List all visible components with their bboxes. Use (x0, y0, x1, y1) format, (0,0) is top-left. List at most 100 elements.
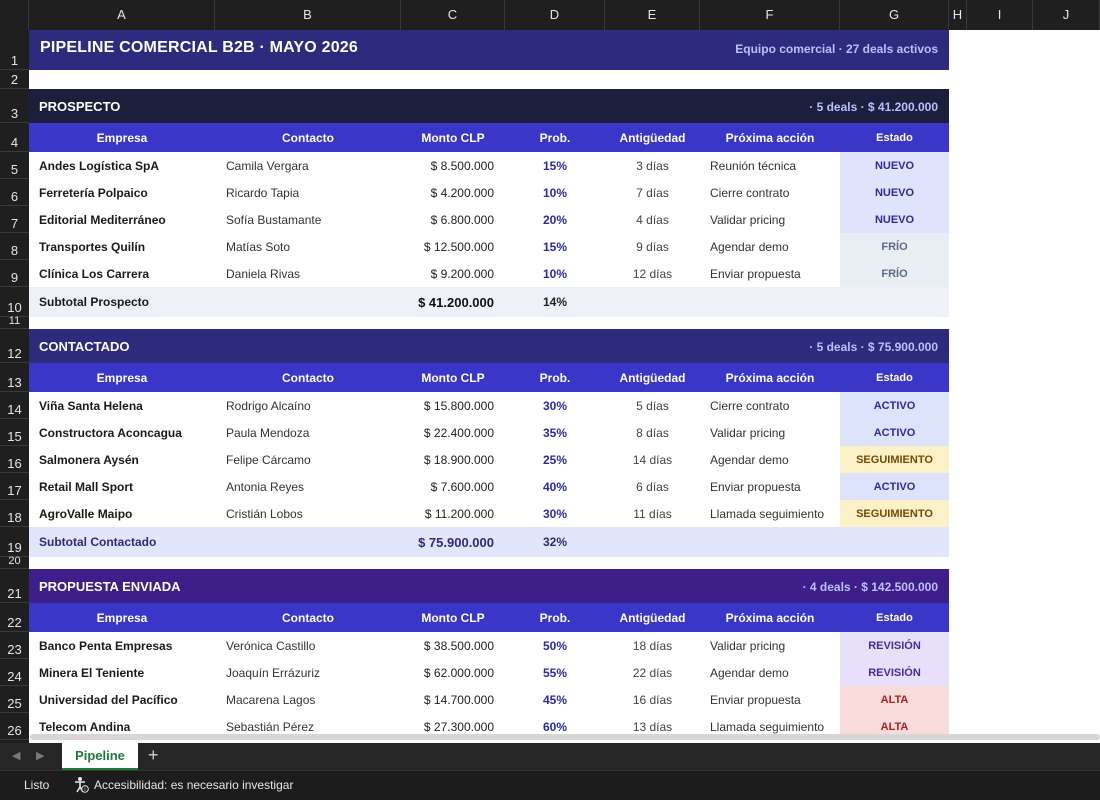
contact-cell[interactable]: Felipe Cárcamo (215, 446, 401, 473)
age-cell[interactable]: 6 días (605, 473, 700, 500)
prev-sheet-icon[interactable]: ◀ (12, 749, 20, 762)
contact-cell[interactable]: Macarena Lagos (215, 686, 401, 713)
row-header[interactable]: 8 (0, 233, 29, 260)
row-header[interactable]: 10 (0, 287, 29, 317)
probability-cell[interactable]: 30% (505, 392, 605, 419)
age-cell[interactable]: 7 días (605, 179, 700, 206)
row-header[interactable]: 1 (0, 30, 29, 70)
row-header[interactable]: 19 (0, 527, 29, 557)
section-summary[interactable]: · 5 deals · $ 75.900.000 (809, 340, 938, 354)
next-action-cell[interactable]: Enviar propuesta (700, 260, 840, 287)
age-cell[interactable]: 4 días (605, 206, 700, 233)
probability-cell[interactable]: 45% (505, 686, 605, 713)
row-header[interactable]: 18 (0, 500, 29, 527)
contact-cell[interactable]: Antonia Reyes (215, 473, 401, 500)
next-sheet-icon[interactable]: ▶ (36, 749, 44, 762)
amount-cell[interactable]: $ 9.200.000 (401, 260, 505, 287)
subtotal-amount[interactable]: $ 41.200.000 (401, 287, 505, 317)
probability-cell[interactable]: 20% (505, 206, 605, 233)
age-cell[interactable]: 22 días (605, 659, 700, 686)
row-header[interactable]: 21 (0, 569, 29, 603)
next-action-cell[interactable]: Validar pricing (700, 632, 840, 659)
column-title[interactable]: Próxima acción (700, 603, 840, 632)
row-header[interactable]: 12 (0, 329, 29, 363)
column-title[interactable]: Monto CLP (401, 363, 505, 392)
next-action-cell[interactable]: Cierre contrato (700, 179, 840, 206)
row-header[interactable]: 4 (0, 123, 29, 152)
row-header[interactable]: 24 (0, 659, 29, 686)
company-cell[interactable]: Banco Penta Empresas (29, 632, 215, 659)
status-badge[interactable]: ACTIVO (840, 419, 949, 446)
contact-cell[interactable]: Paula Mendoza (215, 419, 401, 446)
company-cell[interactable]: Clínica Los Carrera (29, 260, 215, 287)
company-cell[interactable]: Ferretería Polpaico (29, 179, 215, 206)
age-cell[interactable]: 12 días (605, 260, 700, 287)
next-action-cell[interactable]: Agendar demo (700, 446, 840, 473)
section-title[interactable]: PROSPECTO (39, 99, 120, 114)
amount-cell[interactable]: $ 8.500.000 (401, 152, 505, 179)
column-title[interactable]: Próxima acción (700, 363, 840, 392)
probability-cell[interactable]: 10% (505, 260, 605, 287)
status-badge[interactable]: ACTIVO (840, 392, 949, 419)
row-header[interactable]: 9 (0, 260, 29, 287)
contact-cell[interactable]: Rodrigo Alcaíno (215, 392, 401, 419)
status-badge[interactable]: FRÍO (840, 233, 949, 260)
age-cell[interactable]: 3 días (605, 152, 700, 179)
column-title[interactable]: Prob. (505, 363, 605, 392)
company-cell[interactable]: Constructora Aconcagua (29, 419, 215, 446)
subtotal-amount[interactable]: $ 75.900.000 (401, 527, 505, 557)
age-cell[interactable]: 11 días (605, 500, 700, 527)
age-cell[interactable]: 5 días (605, 392, 700, 419)
section-summary[interactable]: · 5 deals · $ 41.200.000 (809, 100, 938, 114)
probability-cell[interactable]: 50% (505, 632, 605, 659)
column-title[interactable]: Antigüedad (605, 363, 700, 392)
row-header[interactable]: 23 (0, 632, 29, 659)
column-title[interactable]: Empresa (29, 363, 215, 392)
column-title[interactable]: Estado (840, 363, 949, 392)
company-cell[interactable]: Transportes Quilín (29, 233, 215, 260)
next-action-cell[interactable]: Enviar propuesta (700, 473, 840, 500)
spreadsheet-grid[interactable]: ABCDEFGHIJ 1 2 3 4 5 6 7 8 9 10 11 12 13 14 15 16 17 18 19… (0, 0, 1100, 743)
company-cell[interactable]: Salmonera Aysén (29, 446, 215, 473)
amount-cell[interactable]: $ 12.500.000 (401, 233, 505, 260)
status-badge[interactable]: NUEVO (840, 152, 949, 179)
amount-cell[interactable]: $ 18.900.000 (401, 446, 505, 473)
contact-cell[interactable]: Cristián Lobos (215, 500, 401, 527)
row-header[interactable]: 2 (0, 70, 29, 89)
subtotal-label[interactable]: Subtotal Contactado (29, 527, 215, 557)
contact-cell[interactable]: Ricardo Tapia (215, 179, 401, 206)
status-badge[interactable]: ACTIVO (840, 473, 949, 500)
status-badge[interactable]: REVISIÓN (840, 659, 949, 686)
column-title[interactable]: Estado (840, 123, 949, 152)
probability-cell[interactable]: 55% (505, 659, 605, 686)
age-cell[interactable]: 9 días (605, 233, 700, 260)
age-cell[interactable]: 14 días (605, 446, 700, 473)
section-title[interactable]: PROPUESTA ENVIADA (39, 579, 181, 594)
contact-cell[interactable]: Matías Soto (215, 233, 401, 260)
row-header[interactable]: 25 (0, 686, 29, 713)
next-action-cell[interactable]: Agendar demo (700, 659, 840, 686)
column-title[interactable]: Prob. (505, 603, 605, 632)
column-title[interactable]: Próxima acción (700, 123, 840, 152)
next-action-cell[interactable]: Validar pricing (700, 206, 840, 233)
probability-cell[interactable]: 15% (505, 233, 605, 260)
contact-cell[interactable]: Camila Vergara (215, 152, 401, 179)
section-summary[interactable]: · 4 deals · $ 142.500.000 (803, 580, 938, 594)
column-header[interactable]: A (29, 0, 215, 30)
subtotal-probability[interactable]: 14% (505, 287, 605, 317)
probability-cell[interactable]: 10% (505, 179, 605, 206)
row-header[interactable]: 7 (0, 206, 29, 233)
status-badge[interactable]: SEGUIMIENTO (840, 446, 949, 473)
column-title[interactable]: Antigüedad (605, 603, 700, 632)
status-accessibility[interactable]: Accesibilidad: es necesario investigar (94, 778, 293, 792)
row-header[interactable]: 16 (0, 446, 29, 473)
probability-cell[interactable]: 30% (505, 500, 605, 527)
column-header[interactable]: C (401, 0, 505, 30)
row-header[interactable]: 13 (0, 363, 29, 392)
amount-cell[interactable]: $ 22.400.000 (401, 419, 505, 446)
column-title[interactable]: Contacto (215, 123, 401, 152)
column-title[interactable]: Monto CLP (401, 603, 505, 632)
column-header[interactable]: G (840, 0, 949, 30)
column-title[interactable]: Prob. (505, 123, 605, 152)
row-header[interactable]: 20 (0, 555, 29, 569)
